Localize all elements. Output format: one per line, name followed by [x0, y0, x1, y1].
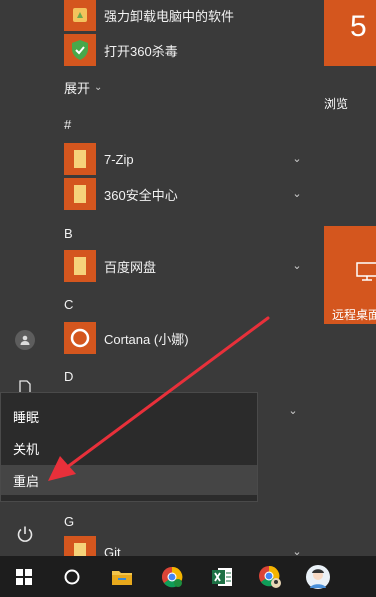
taskbar [0, 556, 376, 597]
windows-start-icon[interactable] [0, 556, 48, 597]
file-explorer-icon[interactable] [98, 556, 146, 597]
user-avatar-app-icon[interactable] [294, 556, 342, 597]
cortana-search-icon[interactable] [48, 556, 96, 597]
chrome-icon[interactable] [148, 556, 196, 597]
chrome-profile-icon[interactable] [246, 556, 294, 597]
annotation-arrow-icon [48, 316, 270, 481]
excel-icon[interactable] [198, 556, 246, 597]
